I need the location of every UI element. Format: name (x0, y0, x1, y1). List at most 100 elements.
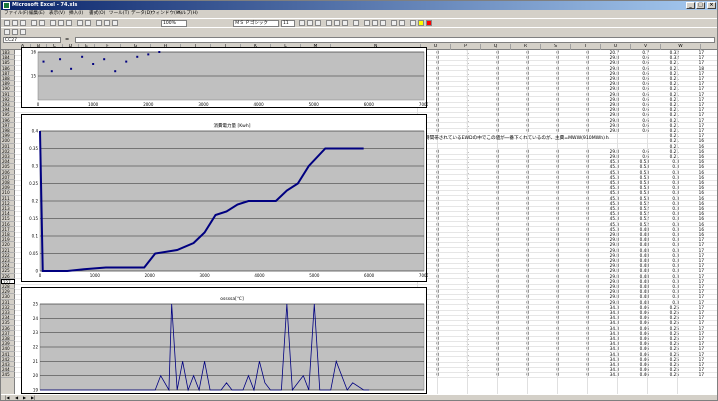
font-size-select[interactable]: 11 (281, 20, 295, 27)
note-cell: 時間帯されているEWDの中でこの値が一番下くれているのが、主費=MWW(910M… (425, 136, 610, 141)
cut-icon[interactable] (50, 20, 56, 26)
decrease-indent-icon[interactable] (391, 20, 397, 26)
excel-app-icon (3, 2, 10, 9)
window-title: Microsoft Excel - 74.xls (12, 2, 78, 8)
copy-icon[interactable] (58, 20, 64, 26)
chart-title: 消費電力量 [Kwh] (214, 122, 251, 129)
x-tick-label: 2000 (143, 102, 154, 107)
formula-bar: CC27 = (1, 36, 717, 44)
chart-title: ossssa[℃] (220, 296, 244, 302)
menu-help[interactable]: ヘルプ(H) (177, 10, 198, 18)
grid-line (587, 50, 588, 394)
drawing-toolbar (1, 27, 717, 36)
x-tick-label: 1000 (88, 102, 99, 107)
prev-sheet-button[interactable]: ◀ (13, 395, 20, 401)
grid-line (437, 50, 438, 394)
align-center-icon[interactable] (334, 20, 340, 26)
currency-icon[interactable] (364, 20, 370, 26)
menu-data[interactable]: データ(D) (131, 10, 152, 18)
name-box[interactable]: CC27 (3, 37, 61, 43)
y-tick-label: 16 (31, 50, 37, 55)
maximize-button[interactable]: □ (696, 2, 705, 9)
grid-line (467, 50, 468, 394)
menu-bar: ファイル(F) 編集(E) 表示(V) 挿入(I) 書式(O) ツール(T) デ… (1, 10, 717, 18)
draw-icon[interactable] (4, 29, 10, 35)
x-tick-label: 4000 (254, 273, 265, 278)
data-point (92, 63, 95, 65)
y-tick-label: 0.25 (29, 181, 38, 186)
x-tick-label: 1000 (90, 273, 101, 278)
menu-format[interactable]: 書式(O) (89, 10, 105, 18)
y-tick-label: 21 (33, 359, 39, 364)
menu-insert[interactable]: 挿入(I) (69, 10, 83, 18)
percent-icon[interactable] (372, 20, 378, 26)
y-tick-label: 19 (33, 388, 39, 393)
select-objects-icon[interactable] (12, 29, 18, 35)
chart-temp[interactable]: 19 20 21 22 23 24 25 ossssa[℃] (21, 287, 427, 394)
chart-top[interactable]: 15 16 0 1000 2000 3000 4000 5000 6000 7000 (21, 47, 428, 108)
y-tick-label: 0.05 (29, 251, 38, 256)
x-tick-label: 0 (37, 102, 40, 107)
undo-icon[interactable] (77, 20, 83, 26)
preview-icon[interactable] (39, 20, 45, 26)
chart-power[interactable]: 0 0.05 0.1 0.15 0.2 0.25 0.3 0.35 0.4 0 1000 2000 30… (21, 114, 428, 282)
fill-color-icon[interactable] (418, 20, 424, 26)
save-icon[interactable] (20, 20, 26, 26)
redo-icon[interactable] (85, 20, 91, 26)
align-left-icon[interactable] (326, 20, 332, 26)
menu-tools[interactable]: ツール(T) (109, 10, 129, 18)
new-icon[interactable] (4, 20, 10, 26)
data-point (42, 60, 45, 63)
paste-icon[interactable] (66, 20, 72, 26)
row-header-bar: 183 184 185 186 187 188 189 190 191 192 193 194 195 1… (1, 50, 15, 394)
chart-top-svg: 15 16 0 1000 2000 3000 4000 5000 6000 7000 (31, 50, 428, 108)
underline-icon[interactable] (315, 20, 321, 26)
standard-toolbar: 100% ＭＳ Ｐゴシック 11 (1, 18, 717, 27)
sort-icon[interactable] (104, 20, 110, 26)
x-tick-label: 4000 (253, 102, 264, 107)
merge-center-icon[interactable] (353, 20, 359, 26)
grid-line (527, 50, 528, 394)
zoom-select[interactable]: 100% (161, 20, 187, 27)
bold-icon[interactable] (299, 20, 305, 26)
borders-icon[interactable] (410, 20, 416, 26)
chart-wizard-icon[interactable] (112, 20, 118, 26)
next-sheet-button[interactable]: ▶ (21, 395, 28, 401)
title-bar: Microsoft Excel - 74.xls _ □ × (1, 1, 717, 10)
italic-icon[interactable] (307, 20, 313, 26)
x-tick-label: 0 (39, 273, 42, 278)
worksheet-grid[interactable]: ABCDEFGHIJKLMNOPQRSTUVW 1831841851861871… (1, 44, 717, 394)
sum-icon[interactable] (96, 20, 102, 26)
data-point (70, 67, 73, 70)
y-tick-label: 0.4 (32, 129, 39, 134)
y-tick-label: 0.35 (29, 146, 38, 151)
x-tick-label: 5000 (309, 273, 320, 278)
font-select[interactable]: ＭＳ Ｐゴシック (233, 20, 279, 27)
font-color-icon[interactable] (426, 20, 432, 26)
y-tick-label: 25 (33, 302, 39, 307)
data-point (59, 58, 62, 61)
data-point (147, 53, 150, 56)
excel-window: Microsoft Excel - 74.xls _ □ × ファイル(F) 編… (0, 0, 718, 401)
minimize-button[interactable]: _ (686, 2, 695, 9)
open-icon[interactable] (12, 20, 18, 26)
row-header[interactable]: 245 (1, 372, 15, 378)
menu-edit[interactable]: 編集(E) (29, 10, 45, 18)
align-right-icon[interactable] (342, 20, 348, 26)
y-tick-label: 0.3 (32, 164, 39, 169)
menu-file[interactable]: ファイル(F) (4, 10, 29, 18)
menu-view[interactable]: 表示(V) (49, 10, 65, 18)
autoshapes-icon[interactable] (20, 29, 26, 35)
x-tick-label: 3000 (198, 102, 209, 107)
formula-input[interactable] (75, 37, 715, 43)
close-button[interactable]: × (707, 2, 716, 9)
first-sheet-button[interactable]: |◀ (3, 395, 11, 401)
y-tick-label: 20 (33, 373, 39, 378)
comma-icon[interactable] (380, 20, 386, 26)
data-point (136, 55, 139, 58)
y-tick-label: 24 (33, 316, 39, 321)
print-icon[interactable] (31, 20, 37, 26)
last-sheet-button[interactable]: ▶| (29, 395, 37, 401)
chart-temp-svg: 19 20 21 22 23 24 25 ossssa[℃] (33, 296, 425, 393)
increase-indent-icon[interactable] (399, 20, 405, 26)
